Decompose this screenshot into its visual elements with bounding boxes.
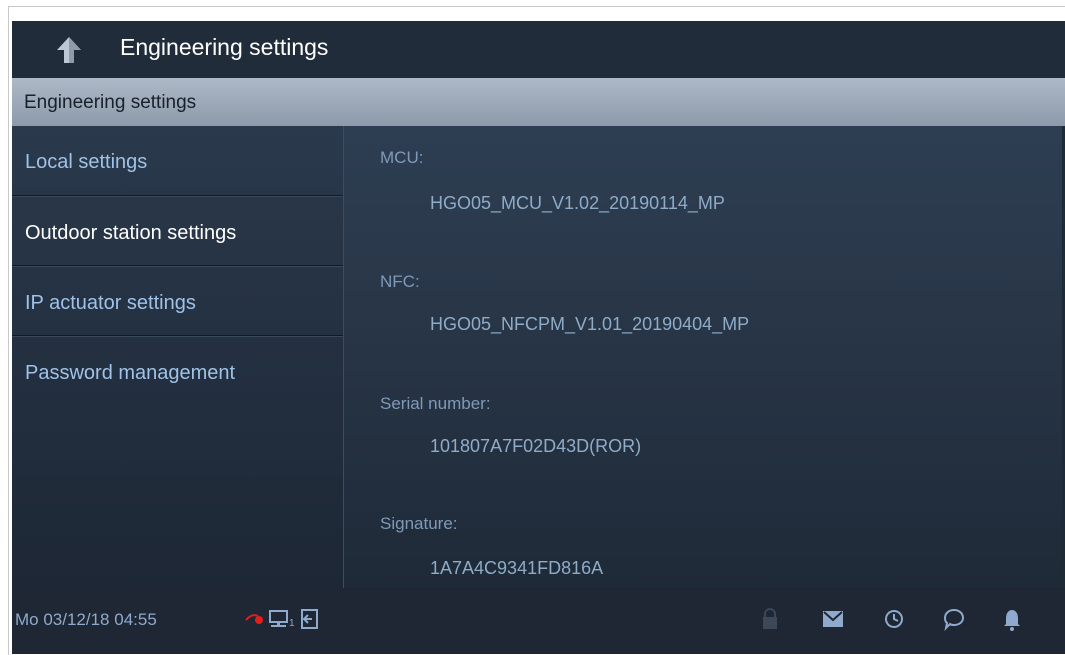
sidebar-item-label: Local settings bbox=[25, 151, 148, 173]
signature-value: 1A7A4C9341FD816A bbox=[430, 558, 604, 578]
title-bar: Engineering settings bbox=[12, 21, 1065, 78]
sidebar-item-label: IP actuator settings bbox=[25, 292, 196, 314]
serial-number-label: Serial number: bbox=[380, 394, 491, 413]
bell-icon[interactable] bbox=[1002, 608, 1022, 637]
sidebar-item-outdoor-station-settings[interactable]: Outdoor station settings bbox=[12, 197, 343, 267]
message-icon[interactable] bbox=[942, 607, 966, 636]
sidebar-item-password-management[interactable]: Password management bbox=[12, 337, 343, 407]
nfc-value: HGO05_NFCPM_V1.01_20190404_MP bbox=[430, 314, 750, 334]
mcu-label: MCU: bbox=[380, 148, 424, 167]
mail-icon[interactable] bbox=[822, 610, 844, 633]
page-title: Engineering settings bbox=[120, 34, 329, 60]
main-panel: Local settings Outdoor station settings … bbox=[12, 126, 1062, 588]
datetime: Mo 03/12/18 04:55 bbox=[15, 610, 157, 629]
disconnected-icon bbox=[244, 610, 266, 633]
nfc-label: NFC: bbox=[380, 272, 420, 291]
back-arrow-icon[interactable] bbox=[52, 33, 86, 67]
section-header: Engineering settings bbox=[12, 78, 1065, 126]
sidebar-item-label: Password management bbox=[25, 362, 236, 384]
serial-number-value: 101807A7F02D43D(ROR) bbox=[430, 436, 642, 456]
logout-icon[interactable] bbox=[300, 608, 320, 635]
sidebar: Local settings Outdoor station settings … bbox=[12, 126, 344, 588]
status-bar: Mo 03/12/18 04:55 1 bbox=[12, 588, 1065, 654]
section-title: Engineering settings bbox=[24, 92, 197, 113]
network-icon bbox=[268, 609, 290, 634]
mcu-value: HGO05_MCU_V1.02_20190114_MP bbox=[430, 193, 725, 213]
history-icon[interactable] bbox=[883, 608, 905, 635]
device-screen: Engineering settings Engineering setting… bbox=[12, 21, 1065, 654]
signature-label: Signature: bbox=[380, 514, 458, 533]
network-badge: 1 bbox=[289, 618, 295, 629]
sidebar-item-local-settings[interactable]: Local settings bbox=[12, 126, 343, 196]
info-content: MCU: HGO05_MCU_V1.02_20190114_MP NFC: HG… bbox=[344, 126, 1062, 588]
lock-icon[interactable] bbox=[761, 607, 779, 636]
sidebar-item-label: Outdoor station settings bbox=[25, 222, 237, 244]
sidebar-item-ip-actuator-settings[interactable]: IP actuator settings bbox=[12, 267, 343, 337]
